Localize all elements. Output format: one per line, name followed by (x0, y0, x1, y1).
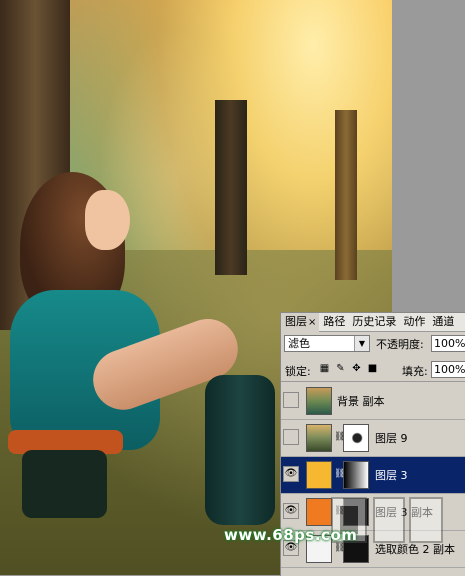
panel-tabs: 图层× 路径 历史记录 动作 通道 (281, 313, 465, 332)
tab-history[interactable]: 历史记录 (348, 313, 399, 331)
layer-thumbnail (306, 461, 332, 489)
blend-mode-select[interactable]: 滤色 ▼ (284, 335, 370, 352)
layer-thumbnail (306, 424, 332, 452)
opacity-input[interactable]: 100% (431, 335, 465, 352)
layer-name: 背景 副本 (337, 395, 385, 408)
layer-name: 图层 3 (375, 469, 408, 482)
blend-row: 滤色 ▼ 不透明度: 100% (281, 333, 465, 355)
layer-mask-thumbnail (343, 461, 369, 489)
lock-all-icon[interactable]: ■ (367, 363, 378, 374)
lock-icons: ▦ ✎ ✥ ■ (319, 363, 378, 374)
layer-thumbnail (306, 498, 332, 526)
tab-actions[interactable]: 动作 (399, 313, 428, 331)
layer-thumbnail (306, 387, 332, 415)
tree-trunk-middle (215, 100, 247, 275)
visibility-toggle[interactable] (283, 429, 299, 445)
lock-move-icon[interactable]: ✥ (351, 363, 362, 374)
layer-row[interactable]: ⛓ 图层 9 (281, 420, 465, 457)
tree-trunk-right (335, 110, 357, 280)
lock-label: 锁定: (285, 365, 311, 378)
eye-icon[interactable]: 👁 (283, 503, 299, 519)
visibility-toggle[interactable] (283, 392, 299, 408)
eye-icon[interactable]: 👁 (283, 466, 299, 482)
lock-transparent-icon[interactable]: ▦ (319, 363, 330, 374)
fill-label: 填充: (402, 365, 428, 378)
girl-shorts (22, 450, 107, 518)
tab-channels[interactable]: 通道 (428, 313, 457, 331)
tab-layers[interactable]: 图层× (281, 313, 320, 332)
watermark-url: www.68ps.com (224, 526, 358, 544)
layer-mask-thumbnail (343, 424, 369, 452)
opacity-label: 不透明度: (376, 338, 424, 351)
girl-boot (205, 375, 275, 525)
layer-row-selected[interactable]: 👁 ⛓ 图层 3 (281, 457, 465, 494)
lock-brush-icon[interactable]: ✎ (335, 363, 346, 374)
layer-row[interactable]: 背景 副本 (281, 383, 465, 420)
fill-input[interactable]: 100% (431, 361, 465, 378)
tab-paths[interactable]: 路径 (319, 313, 348, 331)
tab-close-icon[interactable]: × (308, 317, 316, 328)
layer-name: 图层 9 (375, 432, 408, 445)
chevron-down-icon: ▼ (354, 336, 369, 351)
lock-row: 锁定: ▦ ✎ ✥ ■ 填充: 100% (281, 359, 465, 382)
girl-face (85, 190, 130, 250)
